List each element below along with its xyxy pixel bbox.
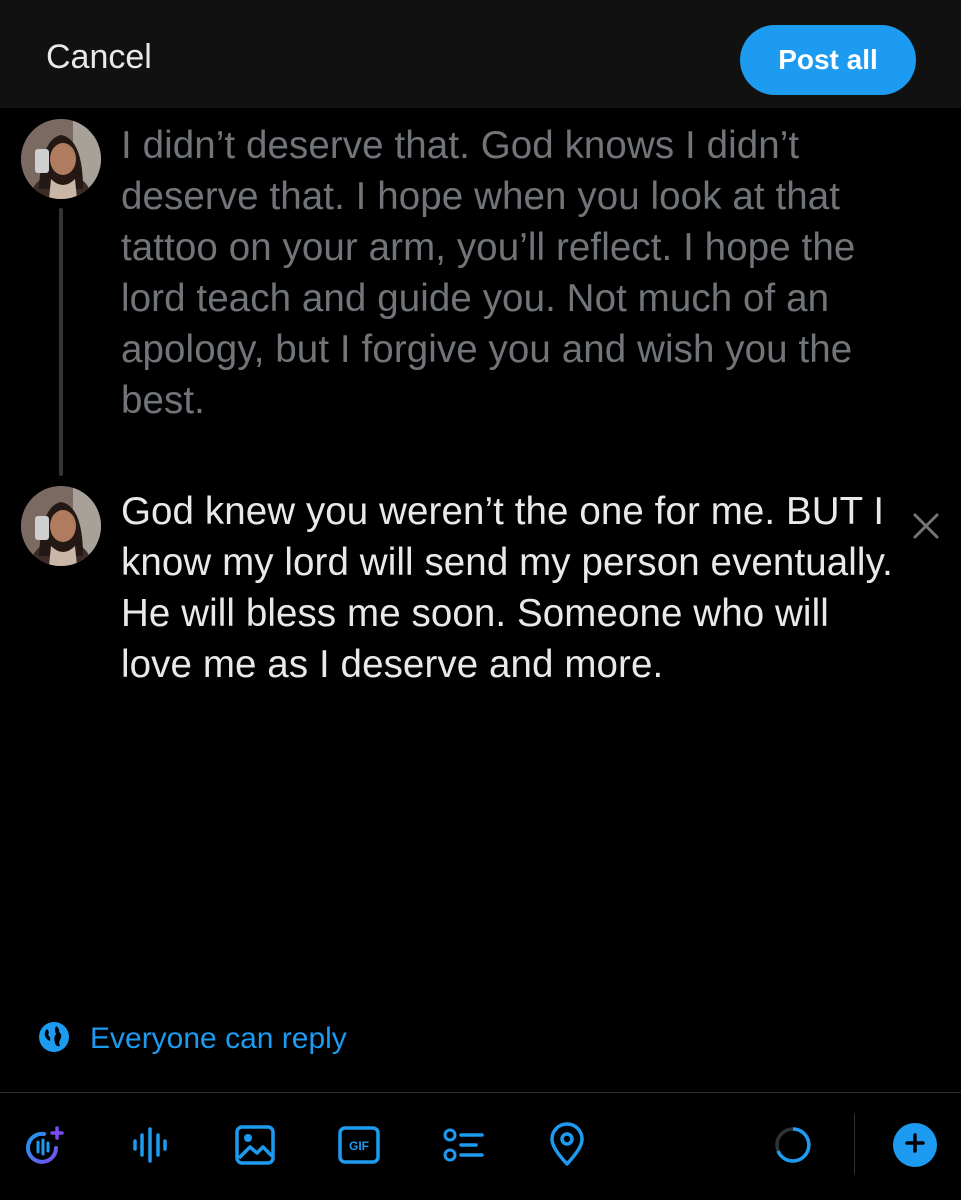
thread-connector-line [59, 208, 63, 476]
avatar [21, 119, 101, 199]
post-all-button[interactable]: Post all [740, 25, 916, 95]
thread-post-1-text[interactable]: I didn’t deserve that. God knows I didn’… [121, 120, 901, 426]
avatar [21, 486, 101, 566]
image-icon[interactable] [232, 1122, 278, 1168]
gif-icon[interactable]: GIF [336, 1122, 382, 1168]
add-post-icon [903, 1131, 927, 1160]
thread-post-2-text[interactable]: God knew you weren’t the one for me. BUT… [121, 486, 901, 690]
location-icon[interactable] [544, 1122, 590, 1168]
toolbar-separator [854, 1114, 855, 1174]
character-count-ring [770, 1122, 816, 1168]
remove-post-close-icon[interactable] [906, 506, 946, 546]
audio-wave-icon[interactable] [127, 1122, 173, 1168]
globe-icon [38, 1021, 70, 1058]
grok-icon[interactable] [22, 1122, 68, 1168]
compose-header: Cancel Post all [0, 0, 961, 108]
poll-icon[interactable] [440, 1122, 486, 1168]
reply-setting-label: Everyone can reply [90, 1022, 347, 1055]
toolbar-divider [0, 1092, 961, 1093]
gif-label: GIF [349, 1139, 369, 1153]
reply-setting-button[interactable]: Everyone can reply [38, 1020, 347, 1058]
cancel-button[interactable]: Cancel [46, 38, 152, 77]
add-post-button[interactable] [893, 1123, 937, 1167]
